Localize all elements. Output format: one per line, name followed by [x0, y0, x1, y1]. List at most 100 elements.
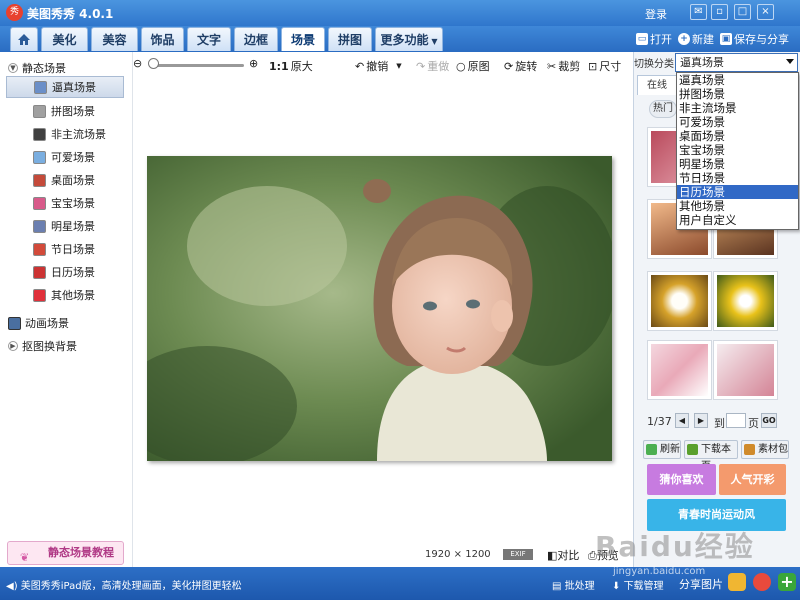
- zoom-slider-track[interactable]: [149, 64, 244, 67]
- material-thumb[interactable]: [713, 271, 778, 331]
- undo-icon: ↶: [355, 59, 365, 73]
- resize-label: 尺寸: [599, 60, 622, 73]
- sidebar-item-scene[interactable]: 逼真场景: [6, 76, 124, 98]
- sidebar-item-scene[interactable]: 桌面场景: [6, 169, 124, 191]
- batch-process-button[interactable]: ▤ 批处理: [552, 577, 595, 592]
- resize-button[interactable]: ⊡ 尺寸: [588, 58, 621, 74]
- compare-icon: ◧: [547, 549, 558, 562]
- dropdown-option[interactable]: 桌面场景: [677, 129, 798, 143]
- dropdown-option[interactable]: 逼真场景: [677, 73, 798, 87]
- category-select[interactable]: 逼真场景: [675, 53, 798, 72]
- sidebar-item-scene[interactable]: 日历场景: [6, 261, 124, 283]
- sidebar-item-scene[interactable]: 明星场景: [6, 215, 124, 237]
- dropdown-option[interactable]: 日历场景: [677, 185, 798, 199]
- prev-page-icon[interactable]: ◀: [675, 413, 689, 428]
- download-manager-button[interactable]: ⬇ 下载管理: [612, 577, 664, 592]
- group-anim-scene[interactable]: 动画场景: [8, 315, 69, 331]
- tab-text[interactable]: 文字: [187, 27, 231, 51]
- material-thumb[interactable]: [713, 340, 778, 400]
- original-image-button[interactable]: ○ 原图: [456, 58, 490, 74]
- app-title: 美图秀秀 4.0.1: [27, 7, 114, 21]
- rotate-button[interactable]: ⟳ 旋转: [504, 58, 537, 74]
- dropdown-option[interactable]: 可爱场景: [677, 115, 798, 129]
- sidebar-item-scene[interactable]: 非主流场景: [6, 123, 124, 145]
- group-static-scene[interactable]: ▼ 静态场景: [8, 60, 66, 76]
- share-image-label: 分享图片: [679, 578, 723, 591]
- dropdown-option[interactable]: 拼图场景: [677, 87, 798, 101]
- dropdown-option[interactable]: 宝宝场景: [677, 143, 798, 157]
- download-manager-icon: ⬇: [612, 581, 624, 592]
- exif-button[interactable]: EXIF: [503, 549, 533, 560]
- photo-child-portrait[interactable]: [147, 156, 612, 461]
- undo-button[interactable]: ↶ 撤销 ▼: [355, 58, 402, 74]
- material-pack-label: 素材包: [758, 444, 788, 455]
- save-share-button[interactable]: ▣ 保存与分享: [720, 31, 789, 47]
- tab-online[interactable]: 在线: [637, 75, 677, 95]
- tab-scene[interactable]: 场景: [281, 27, 325, 51]
- material-thumb[interactable]: [647, 271, 712, 331]
- compare-button[interactable]: ◧对比: [547, 547, 579, 563]
- refresh-button[interactable]: 刷新: [643, 440, 681, 459]
- close-icon[interactable]: ×: [757, 4, 774, 20]
- home-icon: [18, 34, 30, 45]
- go-button[interactable]: GO: [761, 413, 777, 428]
- batch-label: 批处理: [564, 581, 595, 592]
- new-button[interactable]: + 新建: [678, 31, 714, 47]
- login-link[interactable]: 登录: [645, 6, 667, 22]
- ipad-promo-link[interactable]: ◀) 美图秀秀iPad版，高清处理画面，美化拼图更轻松: [6, 577, 242, 592]
- material-thumb[interactable]: [647, 340, 712, 400]
- title-bar: 秀 美图秀秀 4.0.1 登录 ✉ ▫ □ ×: [0, 0, 800, 26]
- sidebar-item-scene[interactable]: 拼图场景: [6, 100, 124, 122]
- hot-filter-button[interactable]: 热门: [649, 100, 677, 118]
- dropdown-option[interactable]: 非主流场景: [677, 101, 798, 115]
- sidebar-item-label: 桌面场景: [51, 174, 95, 187]
- tab-home[interactable]: [10, 27, 38, 51]
- guess-you-like-banner[interactable]: 猜你喜欢: [647, 464, 716, 495]
- tab-frame[interactable]: 边框: [234, 27, 278, 51]
- page-number-input[interactable]: [726, 413, 746, 428]
- sidebar-item-scene[interactable]: 宝宝场景: [6, 192, 124, 214]
- sidebar-item-scene[interactable]: 可爱场景: [6, 146, 124, 168]
- tab-collage[interactable]: 拼图: [328, 27, 372, 51]
- tab-accessories[interactable]: 饰品: [141, 27, 184, 51]
- popular-banner[interactable]: 人气开彩: [719, 464, 786, 495]
- zoom-in-icon[interactable]: ⊕: [249, 57, 258, 70]
- category-dropdown-list: 逼真场景 拼图场景 非主流场景 可爱场景 桌面场景 宝宝场景 明星场景 节日场景 日历场景 其他场…: [676, 72, 799, 230]
- tutorial-icon: ❦: [20, 551, 30, 564]
- batch-icon: ▤: [552, 581, 565, 592]
- open-button[interactable]: ▭ 打开: [636, 31, 672, 47]
- scene-category-icon: [33, 104, 46, 118]
- resize-icon: ⊡: [588, 59, 598, 73]
- static-scene-tutorial-button[interactable]: ❦ 静态场景教程: [7, 541, 124, 565]
- redo-button[interactable]: ↷ 重做: [416, 58, 449, 74]
- tab-beautify[interactable]: 美化: [41, 27, 88, 51]
- dropdown-option[interactable]: 用户自定义: [677, 213, 798, 227]
- dropdown-option[interactable]: 其他场景: [677, 199, 798, 213]
- baidu-watermark-url: jingyan.baidu.com: [613, 566, 706, 577]
- next-page-icon[interactable]: ▶: [694, 413, 708, 428]
- download-page-button[interactable]: 下载本页: [684, 440, 738, 472]
- original-size-button[interactable]: 1:1 原大: [269, 58, 313, 74]
- group-bg-label: 抠图换背景: [22, 340, 77, 353]
- sidebar-item-scene[interactable]: 其他场景: [6, 284, 124, 306]
- tab-beauty[interactable]: 美容: [91, 27, 138, 51]
- zoom-slider-knob[interactable]: [148, 58, 159, 69]
- add-icon[interactable]: +: [778, 573, 796, 591]
- dropdown-option[interactable]: 节日场景: [677, 171, 798, 185]
- star-icon[interactable]: [728, 573, 746, 591]
- circle-icon: ○: [456, 59, 466, 73]
- weibo-icon[interactable]: [753, 573, 771, 591]
- group-cutout-bg[interactable]: ▶ 抠图换背景: [8, 338, 77, 354]
- material-pack-button[interactable]: 素材包: [741, 440, 789, 459]
- maximize-icon[interactable]: □: [734, 4, 751, 20]
- feedback-icon[interactable]: ✉: [690, 4, 707, 20]
- zoom-out-icon[interactable]: ⊖: [133, 57, 142, 70]
- crop-button[interactable]: ✂ 裁剪: [547, 58, 580, 74]
- dropdown-option[interactable]: 明星场景: [677, 157, 798, 171]
- sidebar-item-scene[interactable]: 节日场景: [6, 238, 124, 260]
- minimize-icon[interactable]: ▫: [711, 4, 728, 20]
- sidebar-item-label: 可爱场景: [51, 151, 95, 164]
- expand-arrow-icon: ▶: [8, 341, 18, 351]
- tab-more-features[interactable]: 更多功能 ▼: [375, 27, 443, 51]
- save-share-label: 保存与分享: [734, 33, 789, 46]
